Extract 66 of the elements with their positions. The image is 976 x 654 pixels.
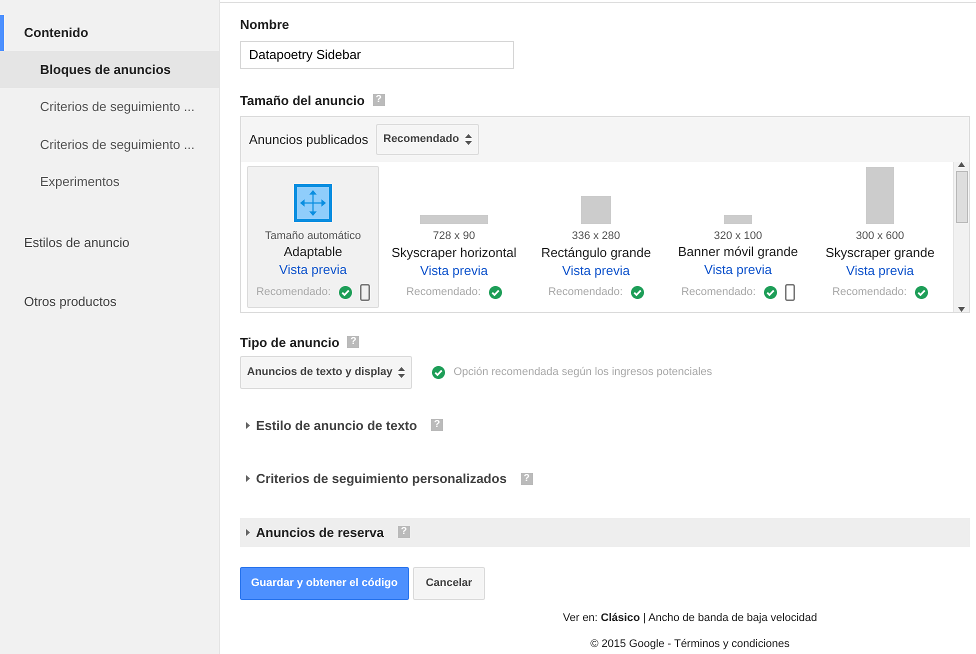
sort-arrows-icon bbox=[398, 366, 406, 378]
preview-link[interactable]: Vista previa bbox=[420, 260, 488, 280]
scroll-down-icon[interactable] bbox=[958, 306, 965, 312]
expand-arrow-icon bbox=[246, 475, 250, 482]
ad-size-card[interactable]: Tamaño automático Adaptable Vista previa Recomendado: bbox=[247, 166, 379, 308]
check-icon bbox=[764, 286, 777, 298]
recommended-label: Recomendado: bbox=[256, 284, 331, 300]
cancel-button[interactable]: Cancelar bbox=[412, 567, 486, 600]
recommendation-note: Opción recomendada según los ingresos potenciales bbox=[453, 365, 712, 380]
check-icon bbox=[488, 286, 502, 299]
recommended-label: Recomendado: bbox=[681, 284, 756, 300]
copyright-text: © 2015 Google - Términos y condiciones bbox=[589, 637, 791, 652]
size-text: 728 x 90 bbox=[432, 229, 476, 244]
ad-size-card[interactable]: 320 x 100 Banner móvil grande Vista previa Recomendado: bbox=[667, 166, 809, 308]
sidebar-item[interactable]: Criterios de seguimiento ... bbox=[0, 126, 219, 163]
scrollbar[interactable] bbox=[953, 162, 969, 312]
terms-link[interactable]: Términos y condiciones bbox=[674, 638, 790, 650]
ad-size-card[interactable]: 336 x 280 Rectángulo grande Vista previa Recomendado: bbox=[525, 166, 667, 308]
low-bandwidth-link[interactable]: Ancho de banda de baja velocidad bbox=[648, 612, 818, 624]
size-name: Rectángulo grande bbox=[541, 244, 651, 260]
size-text: 320 x 100 bbox=[714, 228, 762, 244]
view-mode-text: Ver en: Clásico | Ancho de banda de baja velocidad bbox=[562, 610, 818, 626]
name-field[interactable]: Datapoetry Sidebar bbox=[240, 40, 514, 68]
expand-arrow-icon bbox=[246, 528, 250, 536]
preview-link[interactable]: Vista previa bbox=[846, 260, 914, 280]
recommended-label: Recomendado: bbox=[548, 285, 623, 300]
collapsible-section[interactable]: Anuncios de reserva ? bbox=[240, 518, 970, 547]
scroll-up-icon[interactable] bbox=[958, 162, 965, 166]
filter-label: Anuncios publicados bbox=[249, 130, 368, 149]
recommended-label: Recomendado: bbox=[832, 285, 907, 300]
resize-icon bbox=[294, 184, 332, 222]
ad-size-preview bbox=[420, 215, 488, 224]
collapsible-section[interactable]: Estilo de anuncio de texto ? bbox=[240, 410, 970, 440]
collapsible-section[interactable]: Criterios de seguimiento personalizados ? bbox=[240, 464, 970, 494]
section-label: Tamaño del anuncio bbox=[240, 92, 365, 110]
expand-arrow-icon bbox=[246, 422, 250, 429]
sort-arrows-icon bbox=[465, 134, 472, 145]
size-name: Adaptable bbox=[284, 244, 342, 260]
recommended-label: Recomendado: bbox=[406, 285, 481, 300]
ad-size-card[interactable]: 300 x 600 Skyscraper grande Vista previa Recomendado: bbox=[809, 166, 951, 308]
size-name: Banner móvil grande bbox=[678, 244, 798, 260]
section-label: Tipo de anuncio bbox=[240, 334, 340, 352]
check-icon bbox=[914, 286, 928, 299]
ad-size-preview bbox=[581, 196, 611, 224]
ad-size-preview bbox=[866, 166, 894, 224]
preview-link[interactable]: Vista previa bbox=[562, 260, 630, 280]
sidebar-section[interactable]: Otros productos bbox=[0, 284, 219, 320]
ad-size-preview bbox=[724, 214, 752, 224]
sidebar-section[interactable]: Estilos de anuncio bbox=[0, 224, 219, 260]
check-icon bbox=[432, 366, 446, 379]
size-text: 300 x 600 bbox=[856, 229, 904, 244]
preview-link[interactable]: Vista previa bbox=[279, 260, 347, 280]
size-filter-select[interactable]: Recomendado bbox=[376, 124, 480, 154]
size-text: 336 x 280 bbox=[572, 229, 620, 244]
sidebar-item[interactable]: Bloques de anuncios bbox=[0, 50, 219, 88]
check-icon bbox=[338, 286, 352, 298]
size-name: Skyscraper grande bbox=[825, 244, 935, 260]
preview-link[interactable]: Vista previa bbox=[704, 260, 772, 280]
ad-size-card[interactable]: 728 x 90 Skyscraper horizontal Vista previa Recomendado: bbox=[383, 166, 525, 308]
size-name: Skyscraper horizontal bbox=[392, 244, 516, 260]
size-text: Tamaño automático bbox=[265, 228, 361, 244]
check-icon bbox=[630, 286, 644, 299]
sidebar-item[interactable]: Experimentos bbox=[0, 163, 219, 200]
sidebar-item[interactable]: Criterios de seguimiento ... bbox=[0, 88, 219, 126]
ad-type-select[interactable]: Anuncios de texto y display bbox=[240, 356, 412, 388]
field-label: Nombre bbox=[240, 16, 290, 34]
